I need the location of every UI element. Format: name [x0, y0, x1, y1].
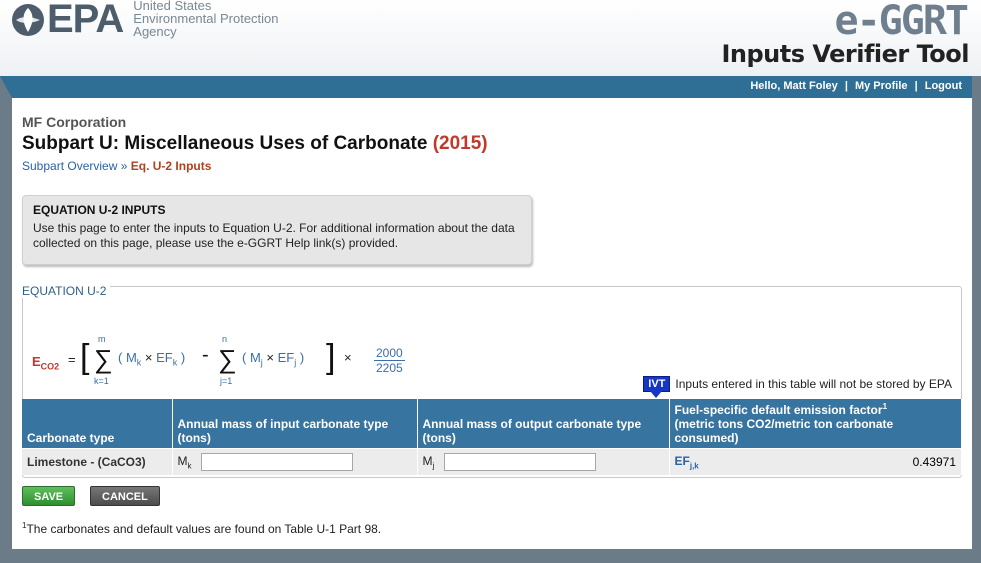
carbonate-name: Limestone - (CaCO3)	[22, 448, 173, 475]
tool-title: Inputs Verifier Tool	[721, 40, 969, 68]
separator: |	[914, 80, 918, 92]
company-name: MF Corporation	[22, 114, 127, 130]
epa-wordmark: EPA	[47, 0, 124, 41]
sum2-lower: j=1	[220, 376, 233, 386]
agency-line-3: Agency	[133, 24, 177, 39]
col-input-mass: Annual mass of input carbonate type (ton…	[172, 399, 418, 449]
left-bracket: [	[80, 338, 90, 376]
page-title-text: Subpart U: Miscellaneous Uses of Carbona…	[22, 133, 428, 154]
output-mass-cell: Mj	[417, 448, 670, 475]
user-nav-bar: Hello, Matt Foley | My Profile | Logout	[0, 76, 972, 98]
mj-label: Mj	[422, 453, 435, 471]
my-profile-link[interactable]: My Profile	[855, 80, 908, 92]
epa-flower-icon	[12, 4, 44, 36]
sum1-lower: k=1	[94, 376, 109, 386]
breadcrumb-current: Eq. U-2 Inputs	[130, 159, 212, 173]
minus-sign: -	[202, 344, 209, 366]
page-title: Subpart U: Miscellaneous Uses of Carbona…	[22, 133, 488, 155]
ivt-note: IVT Inputs entered in this table will no…	[643, 376, 952, 398]
col-carbonate-type: Carbonate type	[22, 399, 173, 449]
table-row: Limestone - (CaCO3) Mk Mj EFj,k 0.43971	[22, 448, 962, 475]
mk-input[interactable]	[200, 452, 353, 471]
efjk-label: EFj,k	[674, 453, 699, 470]
col-output-mass: Annual mass of output carbonate type (to…	[417, 399, 670, 449]
logout-link[interactable]: Logout	[925, 80, 962, 92]
sum2-upper: n	[222, 334, 228, 344]
emission-factor-value: 0.43971	[912, 454, 956, 469]
site-header: EPA United States Environmental Protecti…	[0, 0, 981, 76]
breadcrumb-separator: »	[120, 159, 128, 173]
times-sign: ×	[344, 350, 352, 365]
separator: |	[844, 80, 848, 92]
user-links: Hello, Matt Foley | My Profile | Logout	[750, 80, 962, 92]
sum1-upper: m	[98, 334, 106, 344]
term-mk-efk: ( Mk × EFk )	[118, 350, 186, 368]
info-box: EQUATION U-2 INPUTS Use this page to ent…	[22, 195, 532, 265]
info-box-text: Use this page to enter the inputs to Equ…	[33, 221, 515, 250]
carbonate-table: Carbonate type Annual mass of input carb…	[22, 399, 962, 475]
emission-symbol: ECO2	[32, 354, 60, 372]
equals-sign: =	[68, 352, 76, 367]
user-greeting: Hello, Matt Foley	[750, 80, 838, 92]
main-content: MF Corporation Subpart U: Miscellaneous …	[12, 98, 972, 549]
cancel-button[interactable]: CANCEL	[90, 486, 160, 506]
equation-legend: EQUATION U-2	[22, 284, 111, 298]
mk-label: Mk	[177, 453, 192, 471]
info-box-title: EQUATION U-2 INPUTS	[33, 203, 166, 217]
sum2-sigma: ∑	[218, 344, 237, 374]
agency-name: United States Environmental Protection A…	[133, 0, 278, 38]
emission-factor-cell: EFj,k 0.43971	[669, 448, 962, 475]
epa-logo[interactable]: EPA United States Environmental Protecti…	[10, 0, 279, 41]
breadcrumb-subpart-overview[interactable]: Subpart Overview	[22, 159, 117, 173]
mj-input[interactable]	[443, 452, 596, 471]
ivt-note-text: Inputs entered in this table will not be…	[675, 377, 952, 391]
right-bracket: ]	[326, 338, 336, 376]
table-header-row: Carbonate type Annual mass of input carb…	[22, 399, 962, 449]
footnote: 1The carbonates and default values are f…	[22, 521, 382, 536]
breadcrumb: Subpart Overview » Eq. U-2 Inputs	[22, 159, 211, 173]
reporting-year: (2015)	[432, 133, 488, 154]
sum1-sigma: ∑	[94, 344, 113, 374]
ivt-badge-icon: IVT	[643, 376, 671, 398]
col-emission-factor: Fuel-specific default emission factor1 (…	[669, 399, 962, 449]
bottom-strip	[0, 549, 981, 563]
conversion-fraction: 2000 2205	[374, 346, 405, 375]
equation-formula: ECO2 = [ m ∑ k=1 ( Mk × EFk ) - n ∑ j=1 …	[32, 330, 432, 400]
term-mj-efj: ( Mj × EFj )	[242, 350, 305, 368]
egggrt-brand: e-GGRT	[834, 0, 969, 44]
fraction-denominator: 2205	[376, 361, 403, 375]
save-button[interactable]: SAVE	[22, 486, 76, 506]
input-mass-cell: Mk	[172, 448, 418, 475]
fraction-numerator: 2000	[374, 346, 405, 361]
